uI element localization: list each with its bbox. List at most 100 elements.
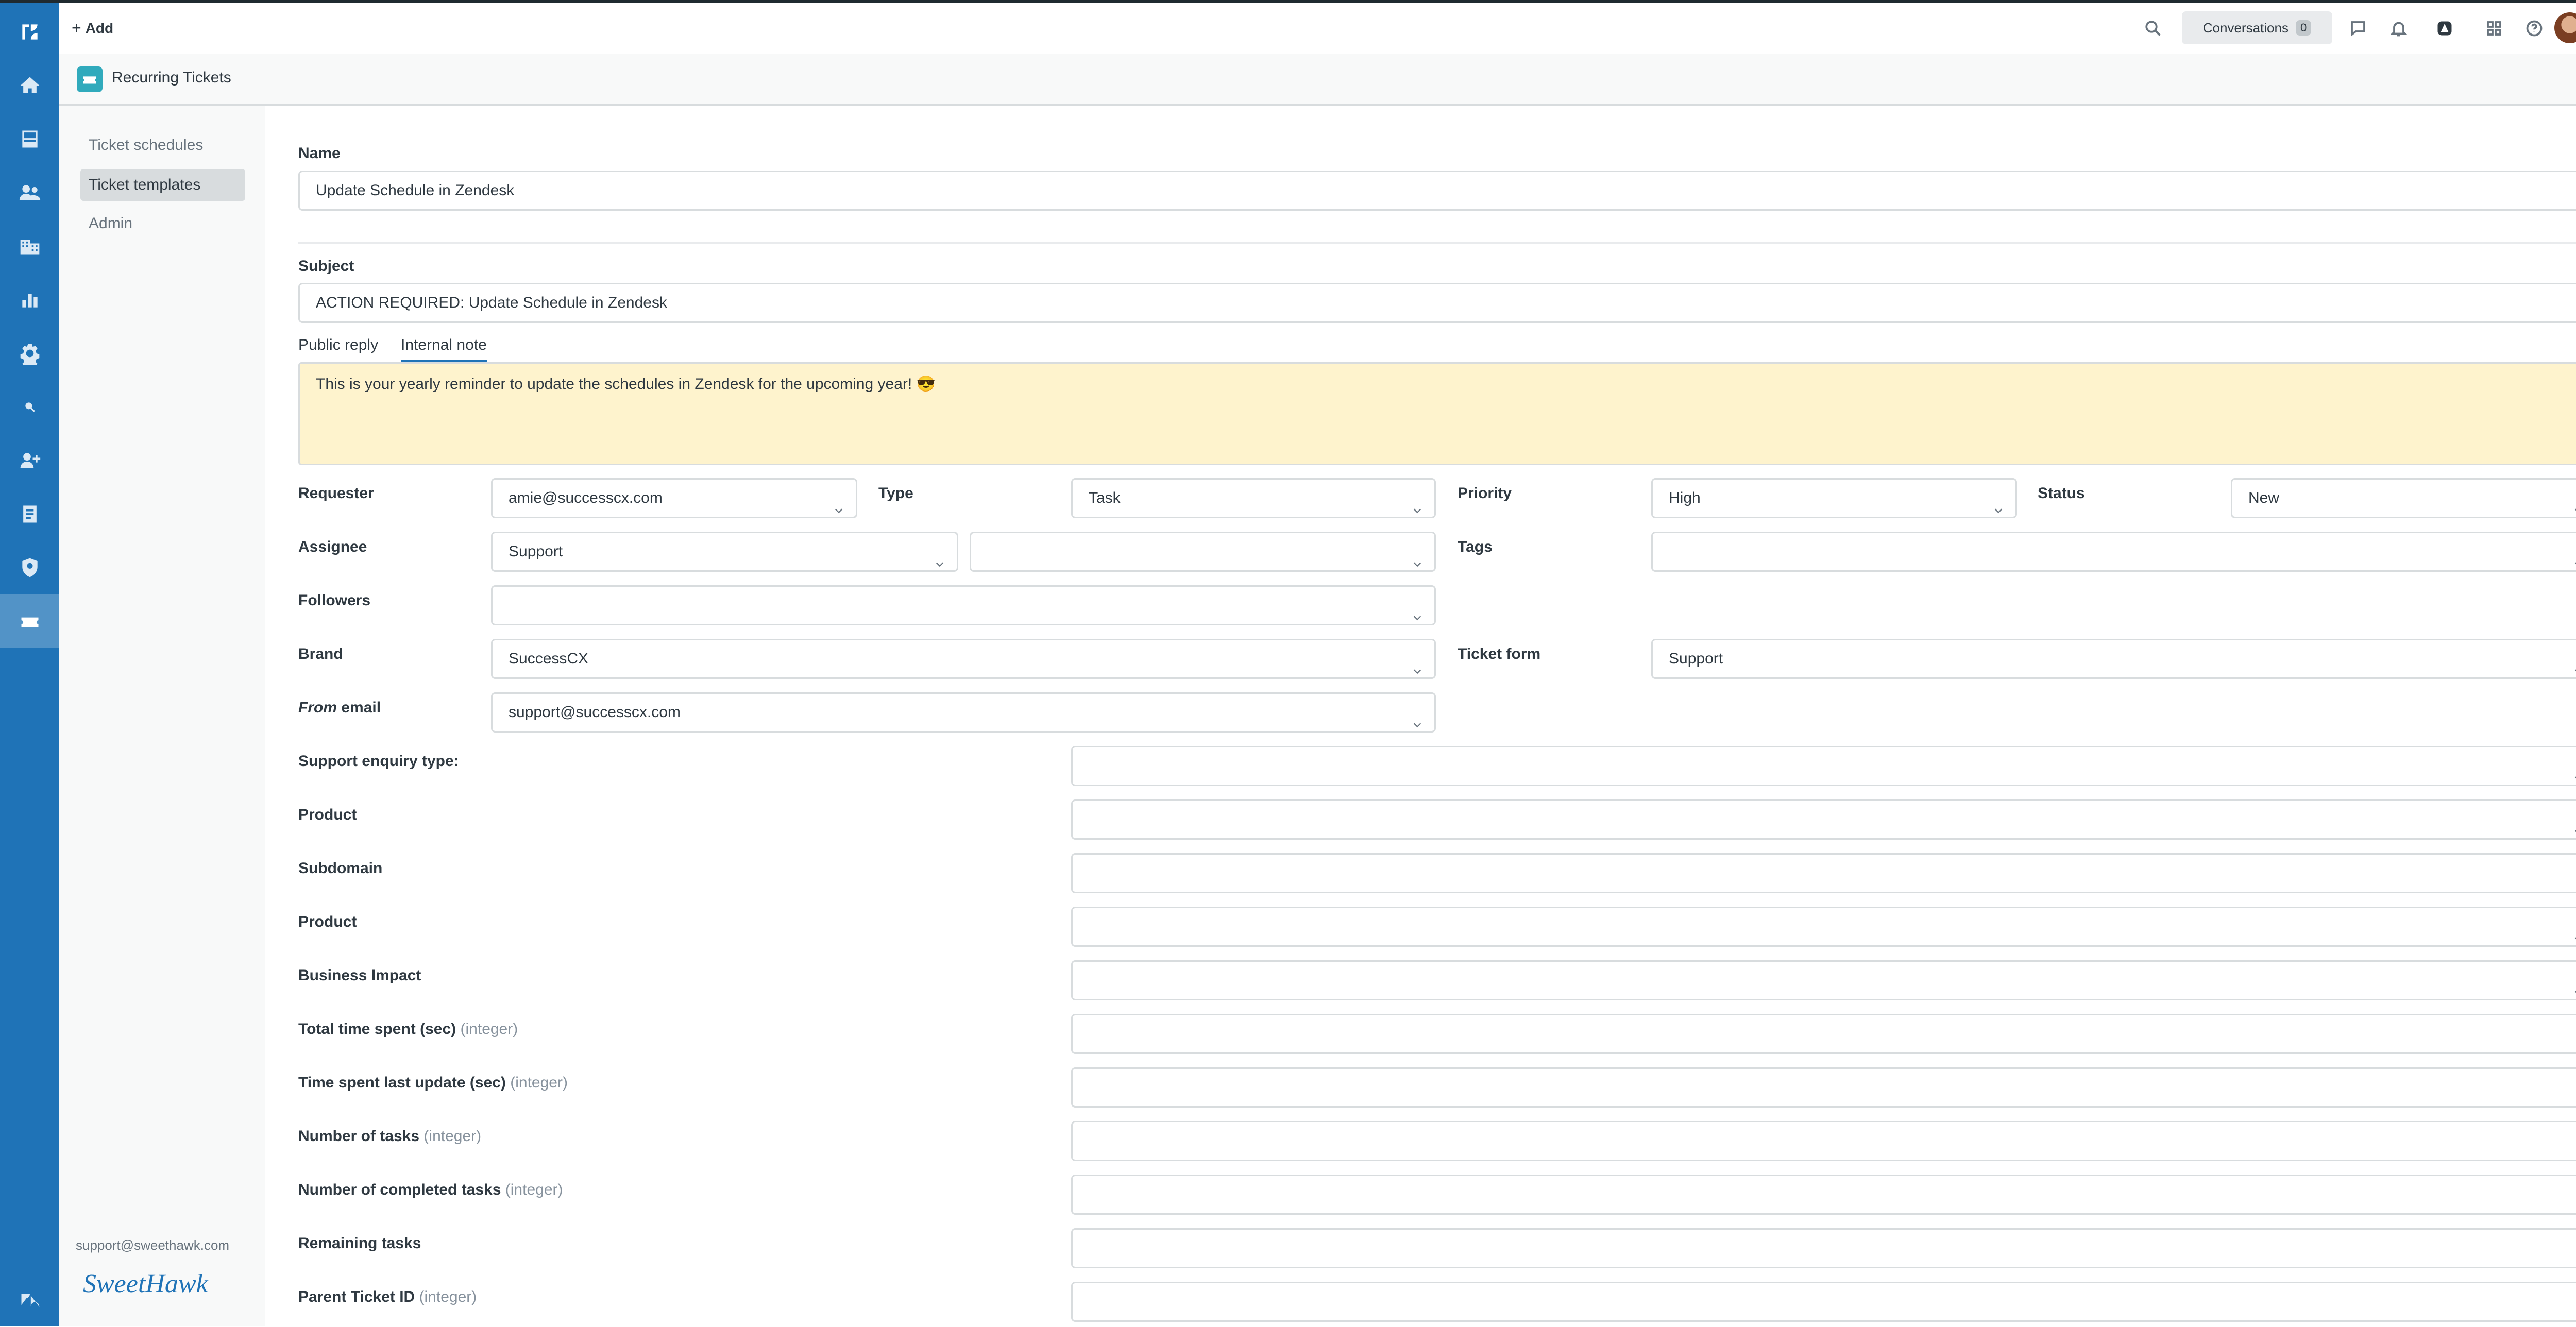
support-enquiry-type-select[interactable] [1071,746,2576,786]
brand-select[interactable]: SuccessCX [491,639,1436,679]
assignee-value: Support [509,543,563,560]
chevron-down-icon [1412,547,1423,567]
custom-field-hint: (integer) [505,1181,563,1198]
custom-field-label: Support enquiry type: [298,753,459,770]
internal-note-text: This is your yearly reminder to update t… [316,376,936,393]
custom-field-label: Number of tasks (integer) [298,1128,481,1145]
name-input[interactable]: Update Schedule in Zendesk [298,171,2576,211]
custom-field-label: Total time spent (sec) (integer) [298,1020,518,1038]
subnav-item-ticket-templates[interactable]: Ticket templates [80,169,245,201]
add-button[interactable]: + Add [72,19,113,38]
assignee-group-select[interactable]: Support [491,532,958,572]
add-label: Add [85,20,114,36]
custom-field-label-text: Support enquiry type: [298,753,459,770]
time-spent-last-update-input[interactable] [1071,1067,2576,1108]
zendesk-logo-icon[interactable] [0,5,59,59]
type-select[interactable]: Task [1071,478,1436,518]
product-select[interactable] [1071,799,2576,840]
tab-public-reply[interactable]: Public reply [298,336,378,360]
security-icon[interactable] [0,541,59,594]
custom-field-label: Product [298,806,357,824]
tags-select[interactable] [1651,532,2576,572]
chevron-down-icon [1412,654,1423,674]
plus-icon: + [72,19,81,37]
custom-field-hint: (integer) [419,1288,477,1305]
product-select-2[interactable] [1071,907,2576,947]
from-email-value: support@successcx.com [509,704,681,721]
business-impact-select[interactable] [1071,960,2576,1000]
avatar[interactable] [2554,12,2576,43]
help-icon[interactable] [2521,15,2547,41]
from-email-select[interactable]: support@successcx.com [491,692,1436,733]
name-label: Name [298,145,341,162]
sweethawk-logo[interactable]: SweetHawk [83,1269,208,1299]
number-of-completed-tasks-input[interactable] [1071,1175,2576,1215]
internal-note-textarea[interactable]: This is your yearly reminder to update t… [298,362,2576,465]
type-label: Type [878,485,913,502]
subject-label: Subject [298,258,354,275]
app-bar: Recurring Tickets [59,54,2576,106]
requester-select[interactable]: amie@successcx.com [491,478,857,518]
home-icon[interactable] [0,59,59,112]
custom-field-label: Remaining tasks [298,1235,421,1252]
subject-input[interactable]: ACTION REQUIRED: Update Schedule in Zend… [298,283,2576,323]
custom-field-label-text: Remaining tasks [298,1235,421,1252]
conversations-count-badge: 0 [2295,20,2312,36]
custom-field-label-text: Subdomain [298,860,383,877]
reporting-icon[interactable] [0,273,59,327]
number-of-tasks-input[interactable] [1071,1121,2576,1161]
views-icon[interactable] [0,112,59,166]
priority-value: High [1669,489,1701,506]
custom-field-label-text: Time spent last update (sec) [298,1074,506,1091]
chat-icon[interactable] [2345,15,2371,41]
parent-ticket-id-input[interactable] [1071,1282,2576,1322]
followers-select[interactable] [491,585,1436,625]
custom-field-hint: (integer) [460,1020,518,1037]
organizations-icon[interactable] [0,219,59,273]
chevron-down-icon [934,547,945,567]
admin-gear-icon[interactable] [0,327,59,380]
ticket-form-value: Support [1669,650,1723,667]
add-user-icon[interactable] [0,434,59,487]
chevron-down-icon [2573,493,2576,511]
status-select[interactable]: New [2231,478,2576,518]
chevron-down-icon [2573,654,2576,672]
secondary-nav: Ticket schedules Ticket templates Admin … [59,106,265,1326]
search-small-icon[interactable] [0,380,59,434]
products-grid-icon[interactable] [2481,15,2507,41]
subdomain-input[interactable] [1071,853,2576,893]
assignee-agent-select[interactable] [970,532,1436,572]
custom-field-label: Business Impact [298,967,421,984]
custom-field-label-text: Total time spent (sec) [298,1020,456,1037]
chevron-down-icon [2573,547,2576,565]
conversations-button[interactable]: Conversations 0 [2182,11,2332,44]
subnav-item-admin[interactable]: Admin [80,208,245,240]
primary-sidebar [0,3,59,1326]
chevron-down-icon [1412,600,1423,621]
knowledge-icon[interactable] [0,487,59,541]
from-email-label: From email [298,699,381,717]
custom-field-label: Parent Ticket ID (integer) [298,1288,477,1306]
zendesk-footer-icon[interactable] [0,1273,59,1327]
chevron-down-icon [2573,922,2576,940]
customers-icon[interactable] [0,166,59,219]
priority-select[interactable]: High [1651,478,2017,518]
custom-field-hint: (integer) [423,1128,482,1145]
recurring-tickets-app-icon[interactable] [0,594,59,648]
custom-field-hint: (integer) [510,1074,568,1091]
subnav-item-ticket-schedules[interactable]: Ticket schedules [80,129,245,161]
tab-internal-note[interactable]: Internal note [401,336,487,362]
from-email-label-em: From [298,699,337,716]
ticket-form-select[interactable]: Support [1651,639,2576,679]
chevron-down-icon [833,493,844,514]
brand-label: Brand [298,645,343,662]
remaining-tasks-input[interactable] [1071,1228,2576,1268]
app-badge-icon[interactable] [2432,15,2458,41]
recurring-tickets-logo-icon [77,66,103,92]
search-icon[interactable] [2140,15,2166,41]
conversations-label: Conversations [2202,20,2289,36]
bell-icon[interactable] [2386,15,2412,41]
type-value: Task [1089,489,1121,506]
priority-label: Priority [1458,485,1512,502]
total-time-spent-input[interactable] [1071,1014,2576,1054]
